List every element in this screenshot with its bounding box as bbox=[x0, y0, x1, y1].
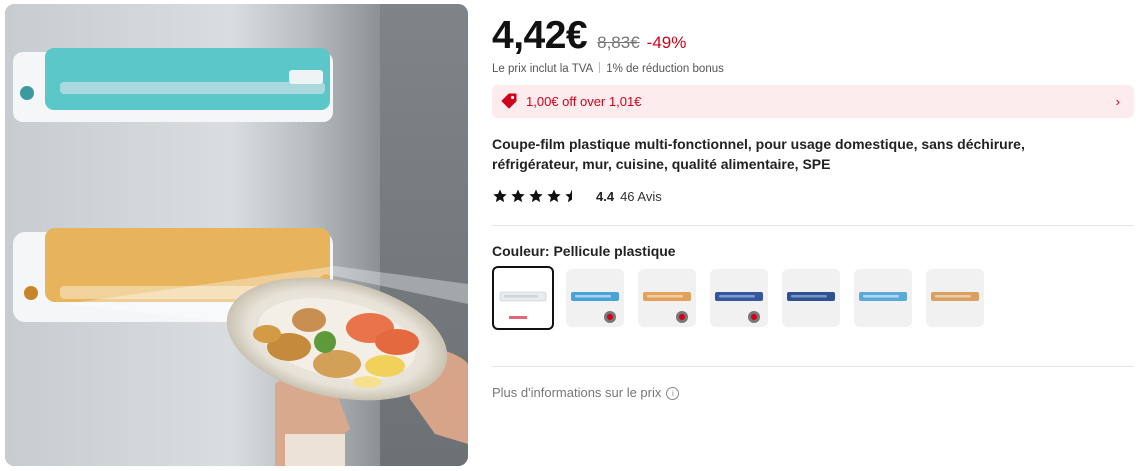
divider bbox=[492, 366, 1134, 367]
star-icon bbox=[528, 188, 544, 204]
color-swatch-tan[interactable] bbox=[926, 269, 984, 327]
star-icon bbox=[546, 188, 562, 204]
original-price: 8,83€ bbox=[597, 33, 640, 52]
color-label: Couleur: Pellicule plastique bbox=[492, 243, 676, 259]
coupon-text: 1,00€ off over 1,01€ bbox=[526, 94, 642, 109]
vat-text: Le prix inclut la TVA bbox=[492, 63, 594, 75]
price-row: 4,42€ 8,83€ -49% bbox=[492, 14, 686, 58]
color-swatch-list bbox=[492, 266, 998, 330]
current-price: 4,42€ bbox=[492, 14, 588, 57]
color-swatch-white[interactable] bbox=[492, 266, 554, 330]
rating-row[interactable]: 4.4 46 Avis bbox=[492, 188, 662, 204]
star-icon bbox=[510, 188, 526, 204]
vat-separator bbox=[599, 62, 601, 73]
color-swatch-sky-blue[interactable] bbox=[566, 269, 624, 327]
review-count[interactable]: 46 Avis bbox=[620, 189, 662, 204]
color-swatch-orange[interactable] bbox=[638, 269, 696, 327]
color-swatch-light-blue[interactable] bbox=[854, 269, 912, 327]
discount-badge: -49% bbox=[646, 33, 687, 52]
more-info-text: Plus d'informations sur le prix bbox=[492, 385, 662, 400]
color-swatch-navy[interactable] bbox=[710, 269, 768, 327]
bonus-text: 1% de réduction bonus bbox=[606, 63, 724, 75]
partial-star-icon bbox=[564, 188, 580, 204]
color-swatch-navy-2[interactable] bbox=[782, 269, 840, 327]
divider bbox=[492, 225, 1134, 226]
product-title: Coupe-film plastique multi-fonctionnel, … bbox=[492, 136, 1025, 172]
star-icon bbox=[492, 188, 508, 204]
coupon-banner[interactable]: 1,00€ off over 1,01€ › bbox=[492, 85, 1134, 118]
info-icon: i bbox=[666, 387, 680, 400]
chevron-right-icon: › bbox=[1115, 94, 1120, 109]
vat-info: Le prix inclut la TVA 1% de réduction bon… bbox=[492, 62, 724, 75]
rating-value: 4.4 bbox=[596, 188, 615, 204]
tag-icon bbox=[501, 93, 518, 110]
product-image[interactable] bbox=[5, 4, 468, 466]
more-price-info-link[interactable]: Plus d'informations sur le prix i bbox=[492, 385, 680, 400]
